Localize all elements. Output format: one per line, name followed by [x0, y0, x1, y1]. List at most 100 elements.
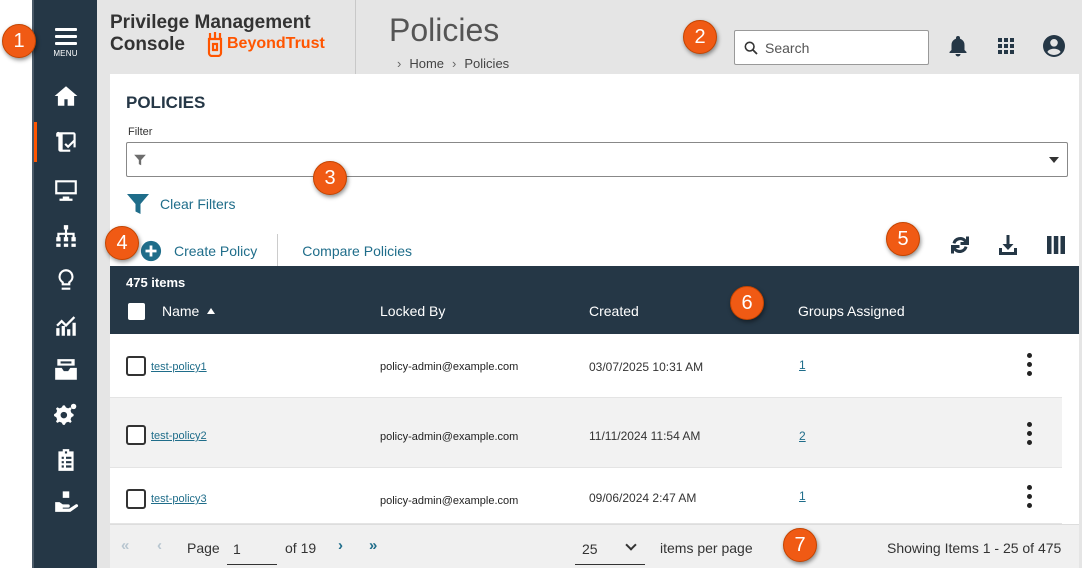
- plus-circle-icon: [140, 240, 162, 262]
- column-header-locked-by[interactable]: Locked By: [380, 303, 445, 319]
- policies-panel: POLICIES Filter Clear Filters Create Pol…: [110, 74, 1079, 568]
- policy-name-link[interactable]: test-policy3: [151, 493, 207, 505]
- callout-7: 7: [783, 528, 817, 562]
- sidebar-item-support[interactable]: [34, 480, 97, 520]
- row-checkbox[interactable]: [126, 489, 146, 509]
- row-actions-kebab-icon[interactable]: [1026, 485, 1034, 511]
- sidebar-item-analytics[interactable]: [34, 306, 97, 346]
- filter-dropdown[interactable]: [126, 142, 1068, 177]
- table-header: 475 items Name Locked By Created Groups …: [110, 266, 1079, 334]
- column-chooser-button[interactable]: [1043, 232, 1069, 258]
- dropdown-caret-icon: [1049, 157, 1059, 163]
- next-page-icon[interactable]: ›: [338, 537, 343, 554]
- pagination-bar: « ‹ Page 1 of 19 › » 25 items per page S…: [110, 524, 1079, 568]
- sidebar-item-policies[interactable]: [34, 122, 97, 162]
- sidebar-item-tasks[interactable]: [34, 440, 97, 480]
- breadcrumb-separator: ›: [397, 56, 402, 71]
- table-row: test-policy1 policy-admin@example.com 03…: [110, 334, 1062, 398]
- created-cell: 03/07/2025 10:31 AM: [589, 360, 704, 374]
- settings-gears-icon: [53, 403, 76, 425]
- sort-ascending-icon: [207, 308, 216, 314]
- app-launcher-button[interactable]: [992, 32, 1020, 60]
- select-all-checkbox[interactable]: [128, 303, 145, 320]
- sidebar-item-home[interactable]: [34, 76, 97, 116]
- create-policy-button[interactable]: Create Policy: [140, 240, 257, 262]
- sidebar-item-configuration[interactable]: [34, 394, 97, 434]
- column-header-name[interactable]: Name: [162, 303, 216, 319]
- callout-3: 3: [313, 161, 347, 195]
- hamburger-icon: [54, 28, 77, 46]
- inbox-icon: [54, 359, 77, 380]
- policy-name-link[interactable]: test-policy1: [151, 361, 207, 373]
- chevron-down-icon: [625, 539, 637, 551]
- created-cell: 11/11/2024 11:54 AM: [589, 429, 701, 443]
- compare-policies-button[interactable]: Compare Policies: [302, 243, 412, 259]
- app-header: Privilege Management Console BeyondTrust…: [97, 0, 1082, 74]
- policy-name-link[interactable]: test-policy2: [151, 430, 207, 442]
- sidebar: MENU: [32, 0, 97, 568]
- columns-icon: [1047, 236, 1065, 254]
- callout-2: 2: [683, 20, 717, 54]
- clear-filters-button[interactable]: Clear Filters: [126, 192, 235, 216]
- column-header-created[interactable]: Created: [589, 303, 639, 319]
- header-divider: [355, 0, 356, 74]
- sidebar-item-insights[interactable]: [34, 260, 97, 300]
- row-actions-kebab-icon[interactable]: [1026, 422, 1034, 448]
- groups-assigned-link[interactable]: 1: [799, 358, 806, 372]
- items-per-page-select[interactable]: 25: [575, 533, 645, 565]
- window-edge: [0, 0, 32, 568]
- showing-items-text: Showing Items 1 - 25 of 475: [887, 540, 1062, 556]
- user-account-button[interactable]: [1040, 32, 1068, 60]
- refresh-icon: [951, 236, 969, 254]
- sidebar-item-groups[interactable]: [34, 216, 97, 256]
- search-icon: [744, 41, 758, 55]
- row-checkbox[interactable]: [126, 425, 146, 445]
- groups-assigned-link[interactable]: 2: [799, 429, 806, 443]
- refresh-button[interactable]: [947, 232, 973, 258]
- row-actions-kebab-icon[interactable]: [1026, 353, 1034, 379]
- download-icon: [999, 235, 1017, 255]
- table-actions: [947, 232, 1069, 258]
- column-header-groups-assigned[interactable]: Groups Assigned: [798, 303, 905, 319]
- export-button[interactable]: [995, 232, 1021, 258]
- table-scrollbar[interactable]: [1062, 334, 1079, 524]
- user-avatar-icon: [1043, 35, 1065, 57]
- search-input[interactable]: [765, 39, 925, 56]
- sidebar-item-inbox[interactable]: [34, 350, 97, 390]
- company-name: BeyondTrust: [227, 35, 325, 52]
- app-root: MENU Privilege Management Console Beyond…: [0, 0, 1082, 568]
- page-title: Policies: [389, 12, 500, 48]
- callout-6: 6: [730, 286, 764, 320]
- page-total: of 19: [285, 540, 317, 556]
- notifications-button[interactable]: [944, 32, 972, 60]
- table-row: test-policy2 policy-admin@example.com 11…: [110, 398, 1062, 468]
- row-checkbox[interactable]: [126, 356, 146, 376]
- clipboard-list-icon: [57, 449, 74, 471]
- table-row: test-policy3 policy-admin@example.com 09…: [110, 468, 1062, 524]
- last-page-icon[interactable]: »: [369, 537, 377, 554]
- item-count: 475 items: [126, 275, 186, 290]
- hand-support-icon: [54, 491, 78, 512]
- analytics-icon: [55, 316, 76, 336]
- hierarchy-icon: [55, 225, 76, 247]
- page-number-input[interactable]: 1: [227, 533, 277, 565]
- column-header-name-label: Name: [162, 303, 200, 319]
- callout-5: 5: [886, 222, 920, 256]
- groups-assigned-link[interactable]: 1: [799, 489, 806, 503]
- previous-page-icon[interactable]: ‹: [157, 537, 162, 554]
- locked-by-cell: policy-admin@example.com: [380, 361, 519, 373]
- sidebar-item-computers[interactable]: [34, 170, 97, 210]
- callout-1: 1: [2, 24, 36, 58]
- items-per-page-value: 25: [582, 541, 598, 557]
- search-box[interactable]: [734, 30, 929, 65]
- breadcrumb-separator: ›: [452, 56, 457, 71]
- menu-button[interactable]: MENU: [34, 22, 97, 64]
- first-page-icon[interactable]: «: [121, 537, 129, 554]
- menu-label: MENU: [53, 49, 78, 58]
- breadcrumb-home[interactable]: Home: [409, 56, 444, 71]
- filter-funnel-icon: [134, 154, 146, 166]
- created-cell: 09/06/2024 2:47 AM: [589, 491, 697, 505]
- clear-filters-label: Clear Filters: [160, 196, 236, 212]
- monitor-icon: [54, 180, 77, 201]
- home-icon: [54, 86, 77, 106]
